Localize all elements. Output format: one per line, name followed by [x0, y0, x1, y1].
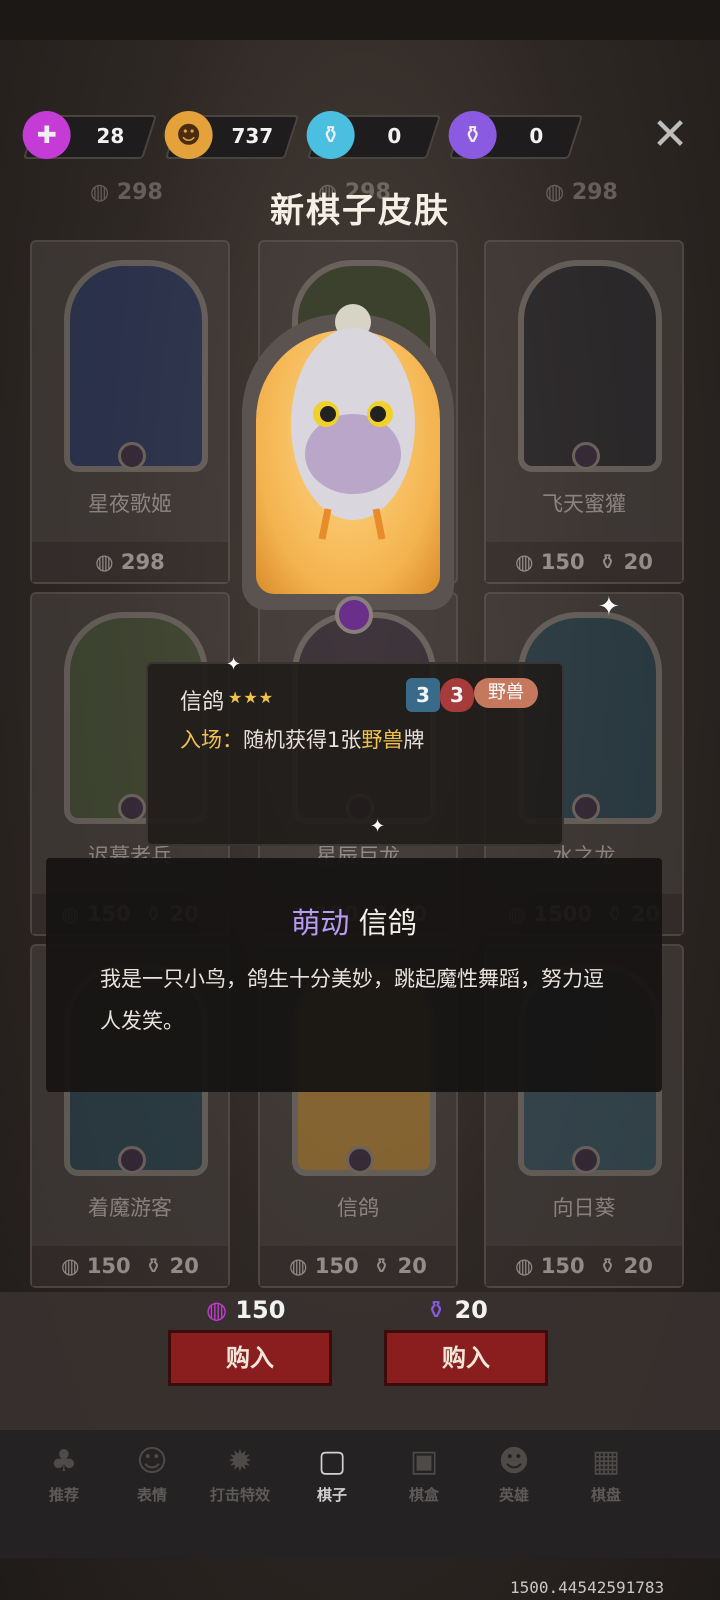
tab-emote[interactable]: ☺ 表情 [112, 1440, 192, 1505]
tab-pieces[interactable]: ▢ 棋子 [292, 1440, 372, 1505]
sparkle-icon: ✦ [370, 816, 386, 837]
emote-icon: ☺ [136, 1444, 168, 1479]
piece-name: 信鸽 [180, 690, 225, 715]
tab-hit-effect[interactable]: ✹ 打击特效 [200, 1440, 280, 1505]
card-icon: ▢ [317, 1444, 347, 1479]
tab-piece-box[interactable]: ▣ 棋盒 [384, 1440, 464, 1505]
attack-value: 3 [406, 678, 440, 712]
bundle-price-potion: ⚱ 20 [426, 1296, 488, 1324]
sparkle-icon: ✦ [226, 654, 242, 675]
hero-icon: ☻ [498, 1444, 530, 1479]
buy-with-potion-button[interactable]: 购入 [384, 1330, 548, 1386]
skin-description-panel: 萌动 信鸽 我是一只小鸟，鸽生十分美妙，跳起魔性舞蹈，努力逗人发笑。 [46, 858, 662, 1092]
piece-effect: 入场：随机获得1张野兽牌 [180, 728, 425, 752]
skin-card-name: 着魔游客 [88, 1196, 172, 1220]
buy-with-candy-button[interactable]: 购入 [168, 1330, 332, 1386]
burst-icon: ✹ [227, 1444, 253, 1479]
health-value: 3 [440, 678, 474, 712]
skin-card[interactable]: 星夜歌姬 ◍ 298 [30, 240, 230, 584]
skin-card-price: ◍ 298 [32, 542, 228, 582]
tab-recommend[interactable]: ♣ 推荐 [24, 1440, 104, 1505]
sparkle-icon: ✦ [598, 592, 620, 622]
skin-heading: 萌动 信鸽 [291, 906, 417, 940]
bundle-price-candy: ◍ 150 [206, 1296, 286, 1324]
skin-card-price: ◍ 150⚱ 20 [260, 1246, 456, 1286]
board-icon: ▦ [591, 1444, 621, 1479]
skin-card[interactable]: 飞天蜜獾 ◍ 150 ⚱ 20 [484, 240, 684, 584]
tab-hero[interactable]: ☻ 英雄 [474, 1440, 554, 1505]
skin-card-name: 向日葵 [552, 1196, 616, 1220]
box-icon: ▣ [409, 1444, 439, 1479]
skin-card-price: ◍ 150⚱ 20 [486, 1246, 682, 1286]
skin-card-name: 飞天蜜獾 [542, 492, 626, 516]
bundle-banner [0, 1292, 720, 1432]
tab-board[interactable]: ▦ 棋盘 [566, 1440, 646, 1505]
skin-description: 我是一只小鸟，鸽生十分美妙，跳起魔性舞蹈，努力逗人发笑。 [100, 967, 604, 1033]
piece-stars: ★★★ [228, 688, 275, 707]
skin-card-name: 星夜歌姬 [88, 492, 172, 516]
skin-card-price: ◍ 150⚱ 20 [32, 1246, 228, 1286]
popup-title: 新棋子皮肤 [270, 191, 450, 231]
coords-readout: 1500.44542591783 [510, 1578, 665, 1597]
piece-info-card: 信鸽 ★★★ 3 3 野兽 入场：随机获得1张野兽牌 [146, 662, 564, 846]
tribe-tag: 野兽 [474, 678, 538, 708]
skin-card-price: ◍ 150⚱ 20 [486, 542, 682, 582]
candy-icon: ◍ [206, 1296, 227, 1324]
skin-card-name: 信鸽 [337, 1196, 379, 1220]
gem-icon [335, 596, 373, 634]
clover-icon: ♣ [50, 1444, 78, 1479]
potion-purple-icon: ⚱ [426, 1296, 447, 1324]
pigeon-illustration [291, 304, 415, 540]
